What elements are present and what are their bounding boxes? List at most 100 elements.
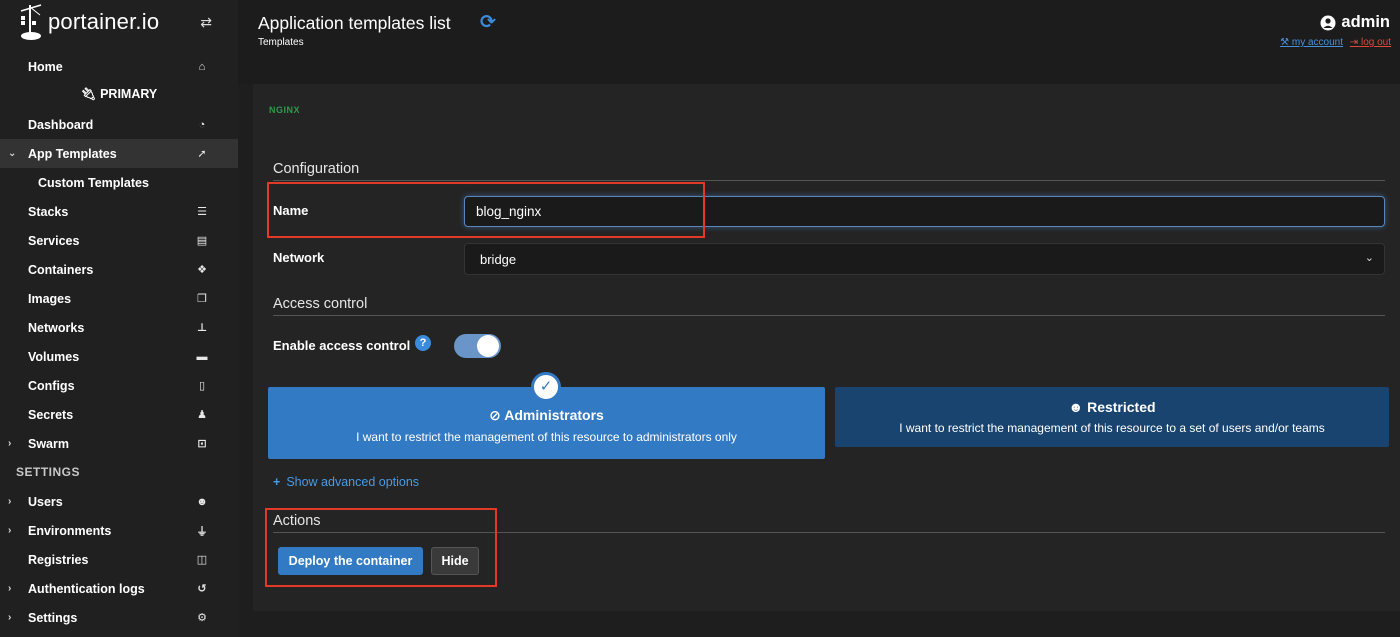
chevron-right-icon: ›	[8, 612, 12, 623]
page-header: Application templates list ⟳ Templates a…	[238, 0, 1400, 84]
object-group-icon: ⊡	[197, 438, 207, 450]
sidebar-toggle-icon[interactable]: ⇄	[200, 14, 212, 31]
sidebar-item-home[interactable]: Home ⌂	[0, 52, 238, 81]
users-icon: ☻	[196, 495, 208, 508]
nginx-logo: NGINX	[269, 105, 301, 115]
user-secret-icon: ♟	[197, 409, 207, 421]
sidebar-item-configs[interactable]: Configs ▯	[0, 371, 238, 400]
sidebar-item-label: Secrets	[28, 407, 74, 422]
restricted-option-card[interactable]: ☻ Restricted I want to restrict the mana…	[835, 387, 1389, 447]
chevron-right-icon: ›	[8, 525, 12, 536]
sidebar-item-label: Volumes	[28, 349, 80, 364]
portainer-crane-icon	[20, 4, 42, 40]
sidebar-item-label: Stacks	[28, 204, 69, 219]
show-advanced-options-label: Show advanced options	[286, 475, 420, 489]
sidebar-item-networks[interactable]: Networks ⊥	[0, 313, 238, 342]
user-circle-icon	[1320, 15, 1336, 30]
sidebar-item-authentication-logs[interactable]: › Authentication logs ↺	[0, 574, 238, 603]
network-select-value: bridge	[480, 252, 517, 267]
sidebar-item-label: Custom Templates	[38, 175, 149, 190]
sidebar-item-label: Users	[28, 494, 63, 509]
divider	[273, 180, 1385, 181]
my-account-label: my account	[1291, 37, 1344, 48]
rocket-icon: ➚	[197, 148, 207, 160]
check-circle-icon: ✓	[531, 372, 561, 402]
eye-slash-icon: ⊘	[489, 407, 501, 423]
list-alt-icon: ▤	[196, 235, 208, 247]
breadcrumb: Templates	[258, 37, 304, 48]
sidebar-item-users[interactable]: › Users ☻	[0, 487, 238, 516]
sidebar-item-custom-templates[interactable]: Custom Templates	[0, 168, 238, 197]
restricted-title: Restricted	[1087, 399, 1156, 415]
network-label: Network	[273, 250, 325, 265]
sidebar-item-settings[interactable]: › Settings ⚙	[0, 603, 238, 632]
sidebar-item-label: Images	[28, 291, 72, 306]
log-out-link[interactable]: ⇥ log out	[1350, 37, 1391, 48]
sidebar: portainer.io ⇄ Home ⌂ 🔌︎ PRIMARY Dashboa…	[0, 0, 238, 637]
portainer-logo[interactable]: portainer.io	[18, 2, 159, 42]
sidebar-item-label: Settings	[28, 610, 78, 625]
enable-access-control-label: Enable access control	[273, 338, 411, 353]
configuration-heading: Configuration	[273, 161, 360, 177]
chevron-down-icon: ⌄	[1364, 252, 1374, 264]
sidebar-item-label: App Templates	[28, 146, 117, 161]
cogs-icon: ⚙	[197, 612, 207, 624]
toggle-knob	[477, 335, 499, 357]
sidebar-item-label: Authentication logs	[28, 581, 145, 596]
sidebar-item-label: Home	[28, 59, 63, 74]
administrators-description: I want to restrict the management of thi…	[356, 430, 737, 444]
chevron-right-icon: ›	[8, 438, 12, 449]
sidebar-item-label: Configs	[28, 378, 75, 393]
hdd-icon: ▬	[196, 350, 208, 363]
plug-icon: ⏚	[196, 525, 208, 538]
sidebar-item-label: Dashboard	[28, 117, 94, 132]
sidebar-item-label: Swarm	[28, 436, 69, 451]
sidebar-item-stacks[interactable]: Stacks ☰	[0, 197, 238, 226]
sidebar-item-secrets[interactable]: Secrets ♟	[0, 400, 238, 429]
chevron-right-icon: ›	[8, 496, 12, 507]
chevron-down-icon: ⌄	[8, 148, 17, 159]
show-advanced-options-link[interactable]: + Show advanced options	[273, 475, 419, 489]
environment-label: 🔌︎ PRIMARY	[0, 87, 238, 102]
sidebar-item-services[interactable]: Services ▤	[0, 226, 238, 255]
name-field-highlight	[267, 182, 705, 238]
page-title: Application templates list	[258, 13, 451, 33]
my-account-link[interactable]: ⚒ my account	[1280, 37, 1343, 48]
sidebar-item-environments[interactable]: › Environments ⏚	[0, 516, 238, 545]
clone-icon: ❐	[197, 293, 207, 305]
sidebar-item-app-templates[interactable]: ⌄ App Templates ➚	[0, 139, 238, 168]
user-links: ⚒ my account ⇥ log out	[1280, 37, 1391, 48]
actions-highlight	[265, 508, 497, 587]
cubes-icon: ❖	[197, 264, 207, 276]
sidebar-item-label: Containers	[28, 262, 94, 277]
settings-section-heading: SETTINGS	[16, 465, 81, 479]
users-icon: ☻	[1068, 399, 1084, 415]
sign-out-icon: ⇥	[1349, 37, 1359, 48]
refresh-icon[interactable]: ⟳	[480, 11, 496, 34]
sidebar-item-images[interactable]: Images ❐	[0, 284, 238, 313]
log-out-label: log out	[1360, 37, 1391, 48]
sidebar-item-swarm[interactable]: › Swarm ⊡	[0, 429, 238, 458]
divider	[273, 315, 1385, 316]
network-select[interactable]: bridge ⌄	[464, 243, 1385, 275]
sidebar-item-registries[interactable]: Registries ◫	[0, 545, 238, 574]
sidebar-item-label: Services	[28, 233, 80, 248]
file-code-icon: ▯	[198, 380, 206, 392]
wrench-icon: ⚒	[1280, 37, 1290, 48]
sidebar-item-volumes[interactable]: Volumes ▬	[0, 342, 238, 371]
chevron-right-icon: ›	[8, 583, 12, 594]
access-control-toggle[interactable]	[454, 334, 501, 358]
restricted-description: I want to restrict the management of thi…	[899, 421, 1325, 435]
home-icon: ⌂	[198, 60, 206, 73]
question-circle-icon[interactable]: ?	[415, 335, 431, 351]
plus-icon: +	[273, 475, 281, 489]
restricted-title-row: ☻ Restricted	[835, 387, 1389, 415]
brand-name: portainer.io	[48, 9, 160, 34]
plug-icon: 🔌︎	[80, 87, 97, 101]
th-list-icon: ☰	[197, 206, 207, 218]
sidebar-item-label: Networks	[28, 320, 85, 335]
database-icon: ◫	[196, 554, 208, 566]
sidebar-item-dashboard[interactable]: Dashboard ◔	[0, 110, 238, 139]
sidebar-item-containers[interactable]: Containers ❖	[0, 255, 238, 284]
sidebar-item-label: Registries	[28, 552, 89, 567]
